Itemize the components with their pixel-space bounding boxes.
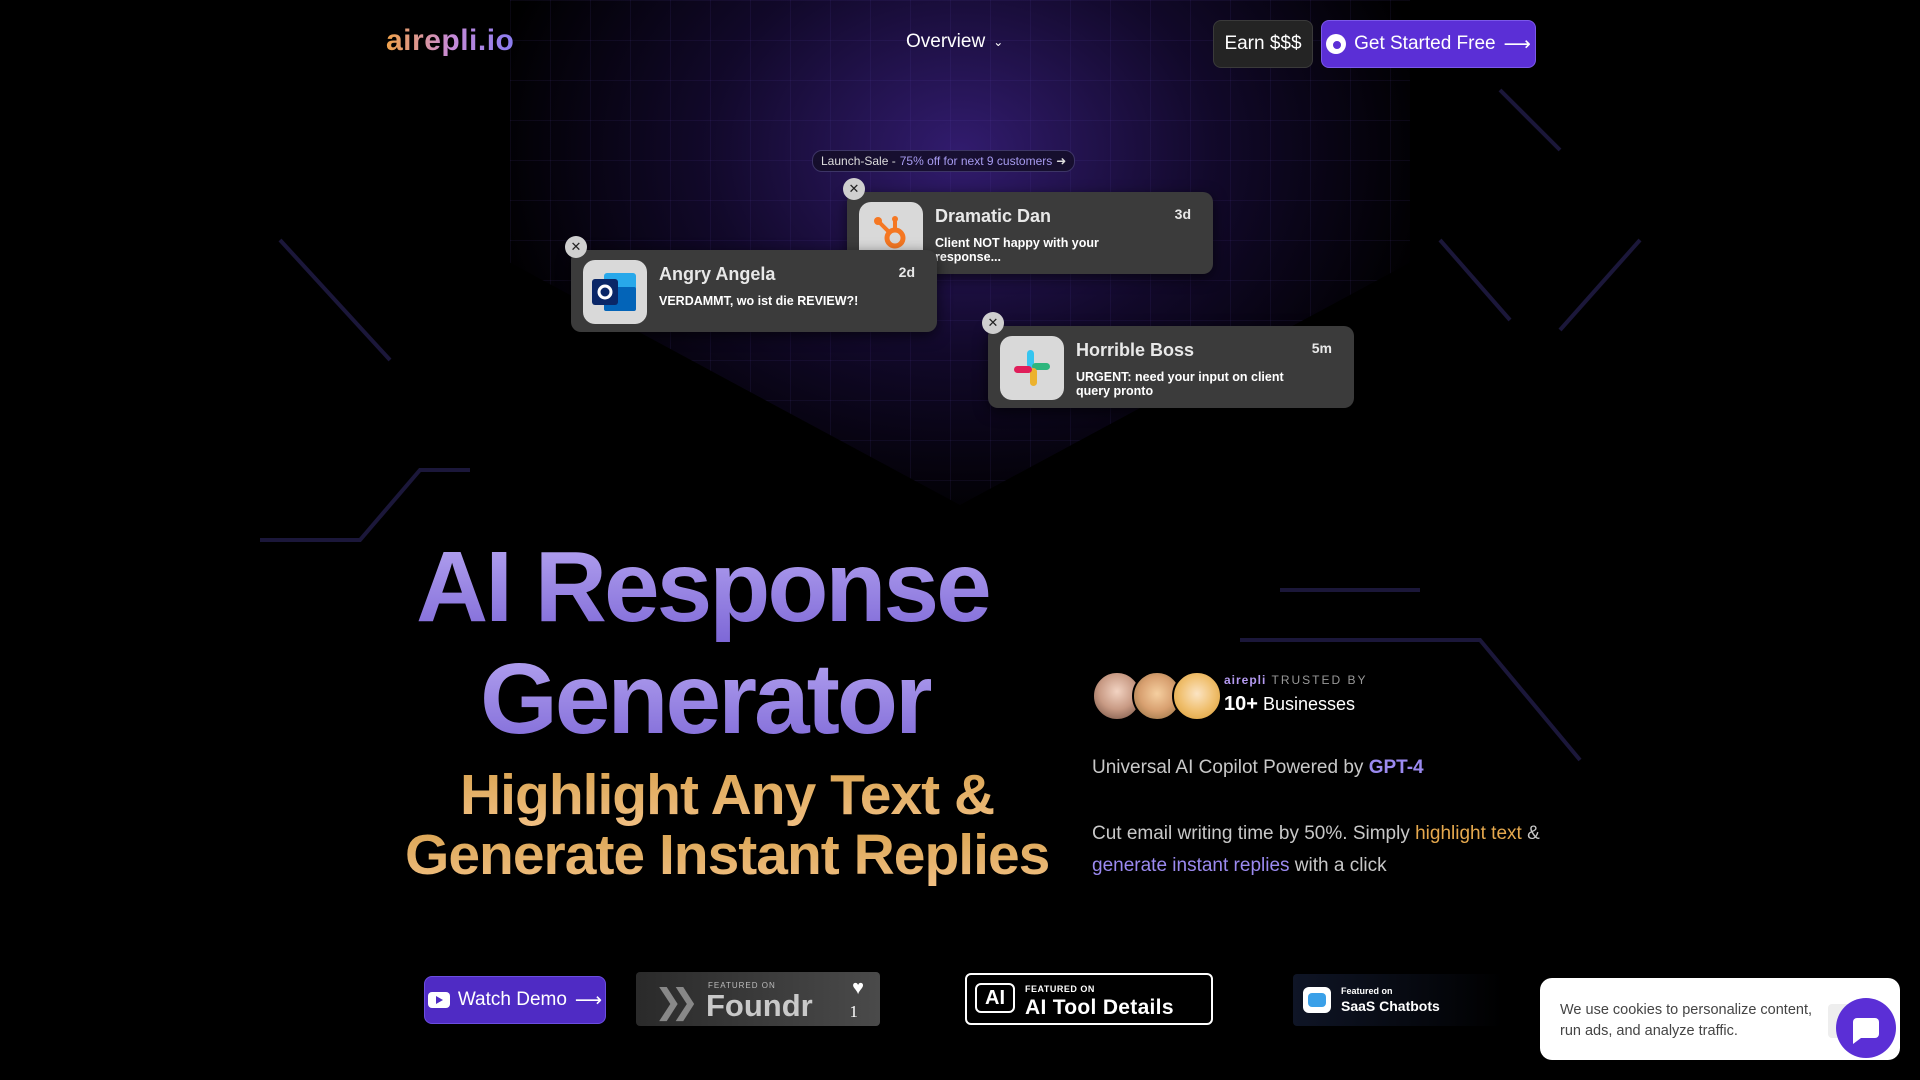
trusted-text: TRUSTED BY: [1271, 673, 1368, 687]
chatbot-icon: [1303, 987, 1331, 1013]
description-part2: &: [1527, 823, 1540, 844]
trusted-count-number: 10+: [1224, 693, 1258, 715]
avatar: [1172, 671, 1222, 721]
notification-message: VERDAMMT, wo ist die REVIEW?!: [659, 294, 859, 308]
hero-subtitle-line1: Highlight Any Text &: [460, 763, 995, 827]
arrow-right-icon: ⟶: [574, 989, 603, 1011]
description-part1: Cut email writing time by 50%. Simply: [1092, 823, 1410, 844]
launch-sale-prefix: Launch-Sale -: [821, 154, 896, 168]
chat-icon: [1853, 1018, 1879, 1044]
aitool-featured-label: FEATURED ON: [1025, 984, 1095, 994]
description-highlight2: generate instant replies: [1092, 855, 1290, 876]
foundr-title: Foundr: [706, 988, 813, 1023]
chevron-down-icon: ⌄: [993, 35, 1004, 49]
slack-icon: [1000, 336, 1064, 400]
notification-card: ✕ Horrible Boss 5m URGENT: need your inp…: [982, 312, 1354, 408]
earn-button-label: Earn $$$: [1224, 33, 1302, 54]
hero-title-line1: AI Response: [416, 531, 992, 643]
hero-title-line2: Generator: [480, 643, 934, 755]
notification-card: ✕ Angry Angela 2d VERDAMMT, wo ist die R…: [565, 236, 937, 332]
saas-featured-label: Featured on: [1341, 986, 1393, 996]
saas-chatbots-badge[interactable]: Featured on SaaS Chatbots: [1293, 974, 1503, 1026]
nav-overview-label: Overview: [906, 31, 986, 52]
notification-time: 2d: [898, 264, 915, 280]
chrome-icon: [1326, 34, 1347, 54]
notification-message: Client NOT happy with your response...: [935, 236, 1099, 264]
chat-widget-button[interactable]: [1836, 998, 1896, 1058]
notification-sender: Dramatic Dan: [935, 206, 1052, 226]
notification-message: URGENT: need your input on client query …: [1076, 370, 1284, 398]
foundr-upvote-count: 1: [849, 1002, 859, 1021]
trusted-by-label: airepli TRUSTED BY: [1224, 673, 1368, 687]
launch-sale-offer: 75% off for next 9 customers: [899, 154, 1053, 168]
logo[interactable]: airepli.io: [386, 24, 514, 58]
customer-avatars: [1092, 671, 1222, 721]
earn-button[interactable]: Earn $$$: [1213, 20, 1313, 68]
trusted-brand: airepli: [1224, 673, 1267, 687]
description-highlight1: highlight text: [1415, 823, 1522, 844]
aitool-title: AI Tool Details: [1025, 996, 1174, 1019]
heart-icon: ♥: [852, 977, 864, 999]
foundr-logo-icon: ❯❯: [654, 983, 699, 1021]
get-started-button[interactable]: Get Started Free ⟶: [1321, 20, 1536, 68]
description-part3: with a click: [1294, 855, 1387, 876]
arrow-right-icon: ⟶: [1503, 33, 1531, 55]
get-started-label: Get Started Free: [1354, 33, 1496, 54]
notification-time: 5m: [1311, 340, 1332, 356]
notification-time: 3d: [1174, 206, 1191, 222]
notification-sender: Horrible Boss: [1076, 340, 1195, 360]
launch-sale-banner[interactable]: Launch-Sale - 75% off for next 9 custome…: [812, 150, 1076, 172]
ai-tool-details-badge[interactable]: AI FEATURED ON AI Tool Details: [965, 973, 1213, 1025]
copilot-model: GPT-4: [1368, 757, 1424, 778]
watch-demo-label: Watch Demo: [457, 989, 567, 1010]
watch-demo-button[interactable]: Watch Demo ⟶: [424, 976, 606, 1024]
hero-description: Cut email writing time by 50%. Simply hi…: [1092, 818, 1552, 882]
trusted-count-suffix: Businesses: [1262, 694, 1356, 714]
foundr-badge[interactable]: ❯❯ FEATURED ON Foundr ♥ 1: [636, 972, 880, 1026]
youtube-icon: [427, 992, 450, 1008]
arrow-right-icon: ➜: [1056, 154, 1067, 168]
close-icon[interactable]: ✕: [843, 178, 865, 200]
nav-overview-menu[interactable]: Overview ⌄: [906, 31, 1003, 53]
copilot-text: Universal AI Copilot Powered by: [1092, 757, 1364, 778]
copilot-tagline: Universal AI Copilot Powered by GPT-4: [1092, 757, 1424, 779]
outlook-icon: [583, 260, 647, 324]
trusted-count: 10+ Businesses: [1224, 693, 1355, 716]
close-icon[interactable]: ✕: [982, 312, 1004, 334]
cookie-text: We use cookies to personalize content, r…: [1560, 1002, 1813, 1039]
hero-subtitle-line2: Generate Instant Replies: [405, 823, 1050, 887]
ai-logo-icon: AI: [975, 983, 1015, 1013]
saas-title: SaaS Chatbots: [1341, 998, 1440, 1014]
close-icon[interactable]: ✕: [565, 236, 587, 258]
notification-sender: Angry Angela: [659, 264, 776, 284]
